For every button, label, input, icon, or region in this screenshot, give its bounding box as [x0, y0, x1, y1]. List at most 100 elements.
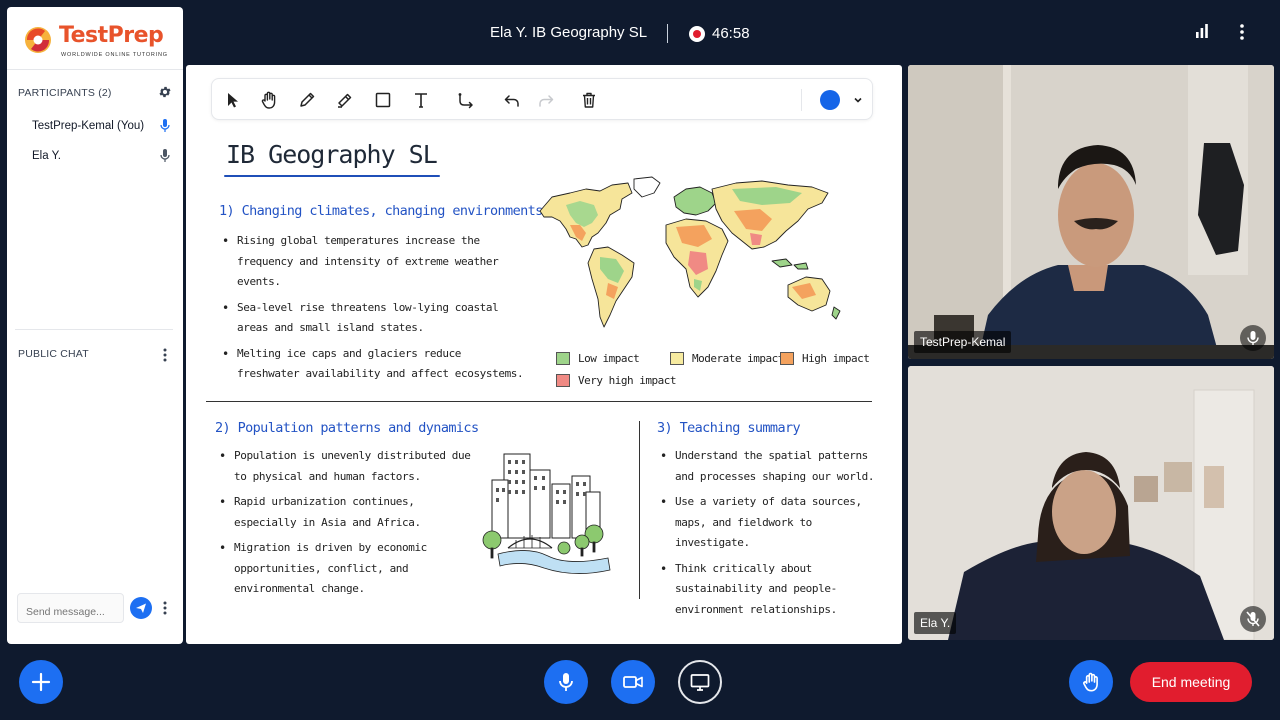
trash-icon [583, 92, 595, 108]
whiteboard-toolbar [211, 78, 873, 120]
video-feed-ela [908, 366, 1274, 640]
mic-muted-icon [1246, 611, 1260, 627]
participant-name-tag: TestPrep-Kemal [914, 331, 1012, 353]
screen-share-icon [690, 674, 710, 691]
rectangle-tool-button[interactable] [372, 89, 394, 111]
microphone-toggle-button[interactable] [544, 660, 588, 704]
mic-icon [160, 149, 170, 162]
bullet-item: Sea-level rise threatens low-lying coast… [220, 298, 526, 339]
hand-tool-button[interactable] [258, 89, 280, 111]
mic-muted-button[interactable] [1240, 606, 1266, 632]
video-tile-ela[interactable]: Ela Y. [908, 366, 1274, 640]
end-meeting-button[interactable]: End meeting [1130, 662, 1252, 702]
participants-title: PARTICIPANTS (2) [18, 87, 112, 99]
undo-button[interactable] [501, 89, 523, 111]
panel-divider [15, 329, 173, 330]
population-bullet-list: Population is unevenly distributed due t… [217, 446, 471, 605]
connector-tool-button[interactable] [455, 89, 477, 111]
summary-bullet-list: Understand the spatial patterns and proc… [658, 446, 890, 625]
column-divider [639, 421, 640, 599]
chat-input-options-icon[interactable] [161, 600, 169, 616]
section-heading-population: 2) Population patterns and dynamics [215, 420, 479, 436]
chat-options-icon[interactable] [161, 347, 169, 363]
title-divider [667, 24, 668, 43]
select-icon [228, 93, 238, 108]
delete-button[interactable] [578, 89, 600, 111]
more-options-icon[interactable] [1234, 22, 1250, 42]
recording-icon [689, 26, 705, 42]
gear-icon[interactable] [158, 85, 172, 99]
legend-item: High impact [780, 352, 870, 365]
section-heading-climate: 1) Changing climates, changing environme… [219, 203, 543, 219]
send-icon [136, 603, 146, 613]
select-tool-button[interactable] [221, 89, 243, 111]
add-button[interactable] [19, 660, 63, 704]
world-impact-map [539, 176, 841, 328]
legend-swatch [556, 352, 570, 365]
bullet-item: Understand the spatial patterns and proc… [658, 446, 890, 487]
pencil-tool-button[interactable] [296, 89, 318, 111]
section-divider [206, 401, 872, 402]
meeting-title: Ela Y. IB Geography SL [490, 24, 648, 41]
legend-label: High impact [802, 352, 870, 365]
video-camera-icon [623, 676, 643, 688]
pen-color-swatch[interactable] [820, 90, 840, 110]
bullet-item: Think critically about sustainability an… [658, 559, 890, 621]
meeting-timer: 46:58 [712, 25, 750, 42]
legend-swatch [556, 374, 570, 387]
text-tool-button[interactable] [410, 89, 432, 111]
bullet-item: Use a variety of data sources, maps, and… [658, 492, 890, 554]
section-heading-summary: 3) Teaching summary [657, 420, 801, 436]
participant-name[interactable]: TestPrep-Kemal (You) [32, 120, 144, 132]
panel-divider [7, 69, 183, 70]
bullet-item: Migration is driven by economic opportun… [217, 538, 471, 600]
redo-icon [539, 95, 554, 107]
pencil-icon [300, 92, 315, 107]
legend-swatch [780, 352, 794, 365]
top-bar: Ela Y. IB Geography SL 46:58 [0, 0, 1280, 64]
bullet-item: Melting ice caps and glaciers reduce fre… [220, 344, 526, 385]
rectangle-icon [375, 92, 391, 108]
legend-item: Very high impact [556, 374, 676, 387]
legend-item: Moderate impact [670, 352, 784, 365]
mic-active-icon [160, 119, 170, 132]
hand-icon [261, 91, 276, 109]
highlighter-icon [338, 93, 352, 108]
send-message-button[interactable] [130, 597, 152, 619]
sidebar-panel: TestPrep WORLDWIDE ONLINE TUTORING PARTI… [7, 7, 183, 644]
video-feed-kemal [908, 65, 1274, 359]
participant-name[interactable]: Ela Y. [32, 150, 61, 162]
highlighter-tool-button[interactable] [334, 89, 356, 111]
brand-tagline: WORLDWIDE ONLINE TUTORING [61, 52, 168, 58]
city-sketch-illustration [482, 453, 611, 574]
brand-name: TestPrep [59, 23, 164, 48]
public-chat-title: PUBLIC CHAT [18, 348, 89, 360]
raise-hand-button[interactable] [1069, 660, 1113, 704]
climate-bullet-list: Rising global temperatures increase the … [220, 231, 526, 390]
bullet-item: Rapid urbanization continues, especially… [217, 492, 471, 533]
connector-icon [458, 93, 473, 109]
legend-item: Low impact [556, 352, 640, 365]
logo-mark-icon [25, 27, 51, 53]
whiteboard[interactable]: IB Geography SL 1) Changing climates, ch… [186, 65, 902, 644]
legend-label: Moderate impact [692, 352, 784, 365]
bullet-item: Rising global temperatures increase the … [220, 231, 526, 293]
video-tile-kemal[interactable]: TestPrep-Kemal [908, 65, 1274, 359]
mic-status-button[interactable] [1240, 325, 1266, 351]
screen-share-button[interactable] [678, 660, 722, 704]
legend-label: Very high impact [578, 374, 676, 387]
undo-icon [504, 95, 519, 107]
plus-icon [31, 672, 51, 692]
camera-toggle-button[interactable] [611, 660, 655, 704]
testprep-logo: TestPrep WORLDWIDE ONLINE TUTORING [23, 23, 173, 67]
connection-signal-icon[interactable] [1195, 24, 1209, 38]
chat-message-input[interactable] [17, 593, 124, 623]
chevron-down-icon[interactable] [852, 94, 864, 106]
board-title: IB Geography SL [226, 140, 438, 169]
microphone-icon [559, 673, 573, 691]
participant-name-tag: Ela Y. [914, 612, 957, 634]
toolbar-divider [801, 89, 802, 111]
bullet-item: Population is unevenly distributed due t… [217, 446, 471, 487]
redo-button[interactable] [535, 89, 557, 111]
map-legend: Low impact Moderate impact High impact V… [556, 352, 876, 392]
